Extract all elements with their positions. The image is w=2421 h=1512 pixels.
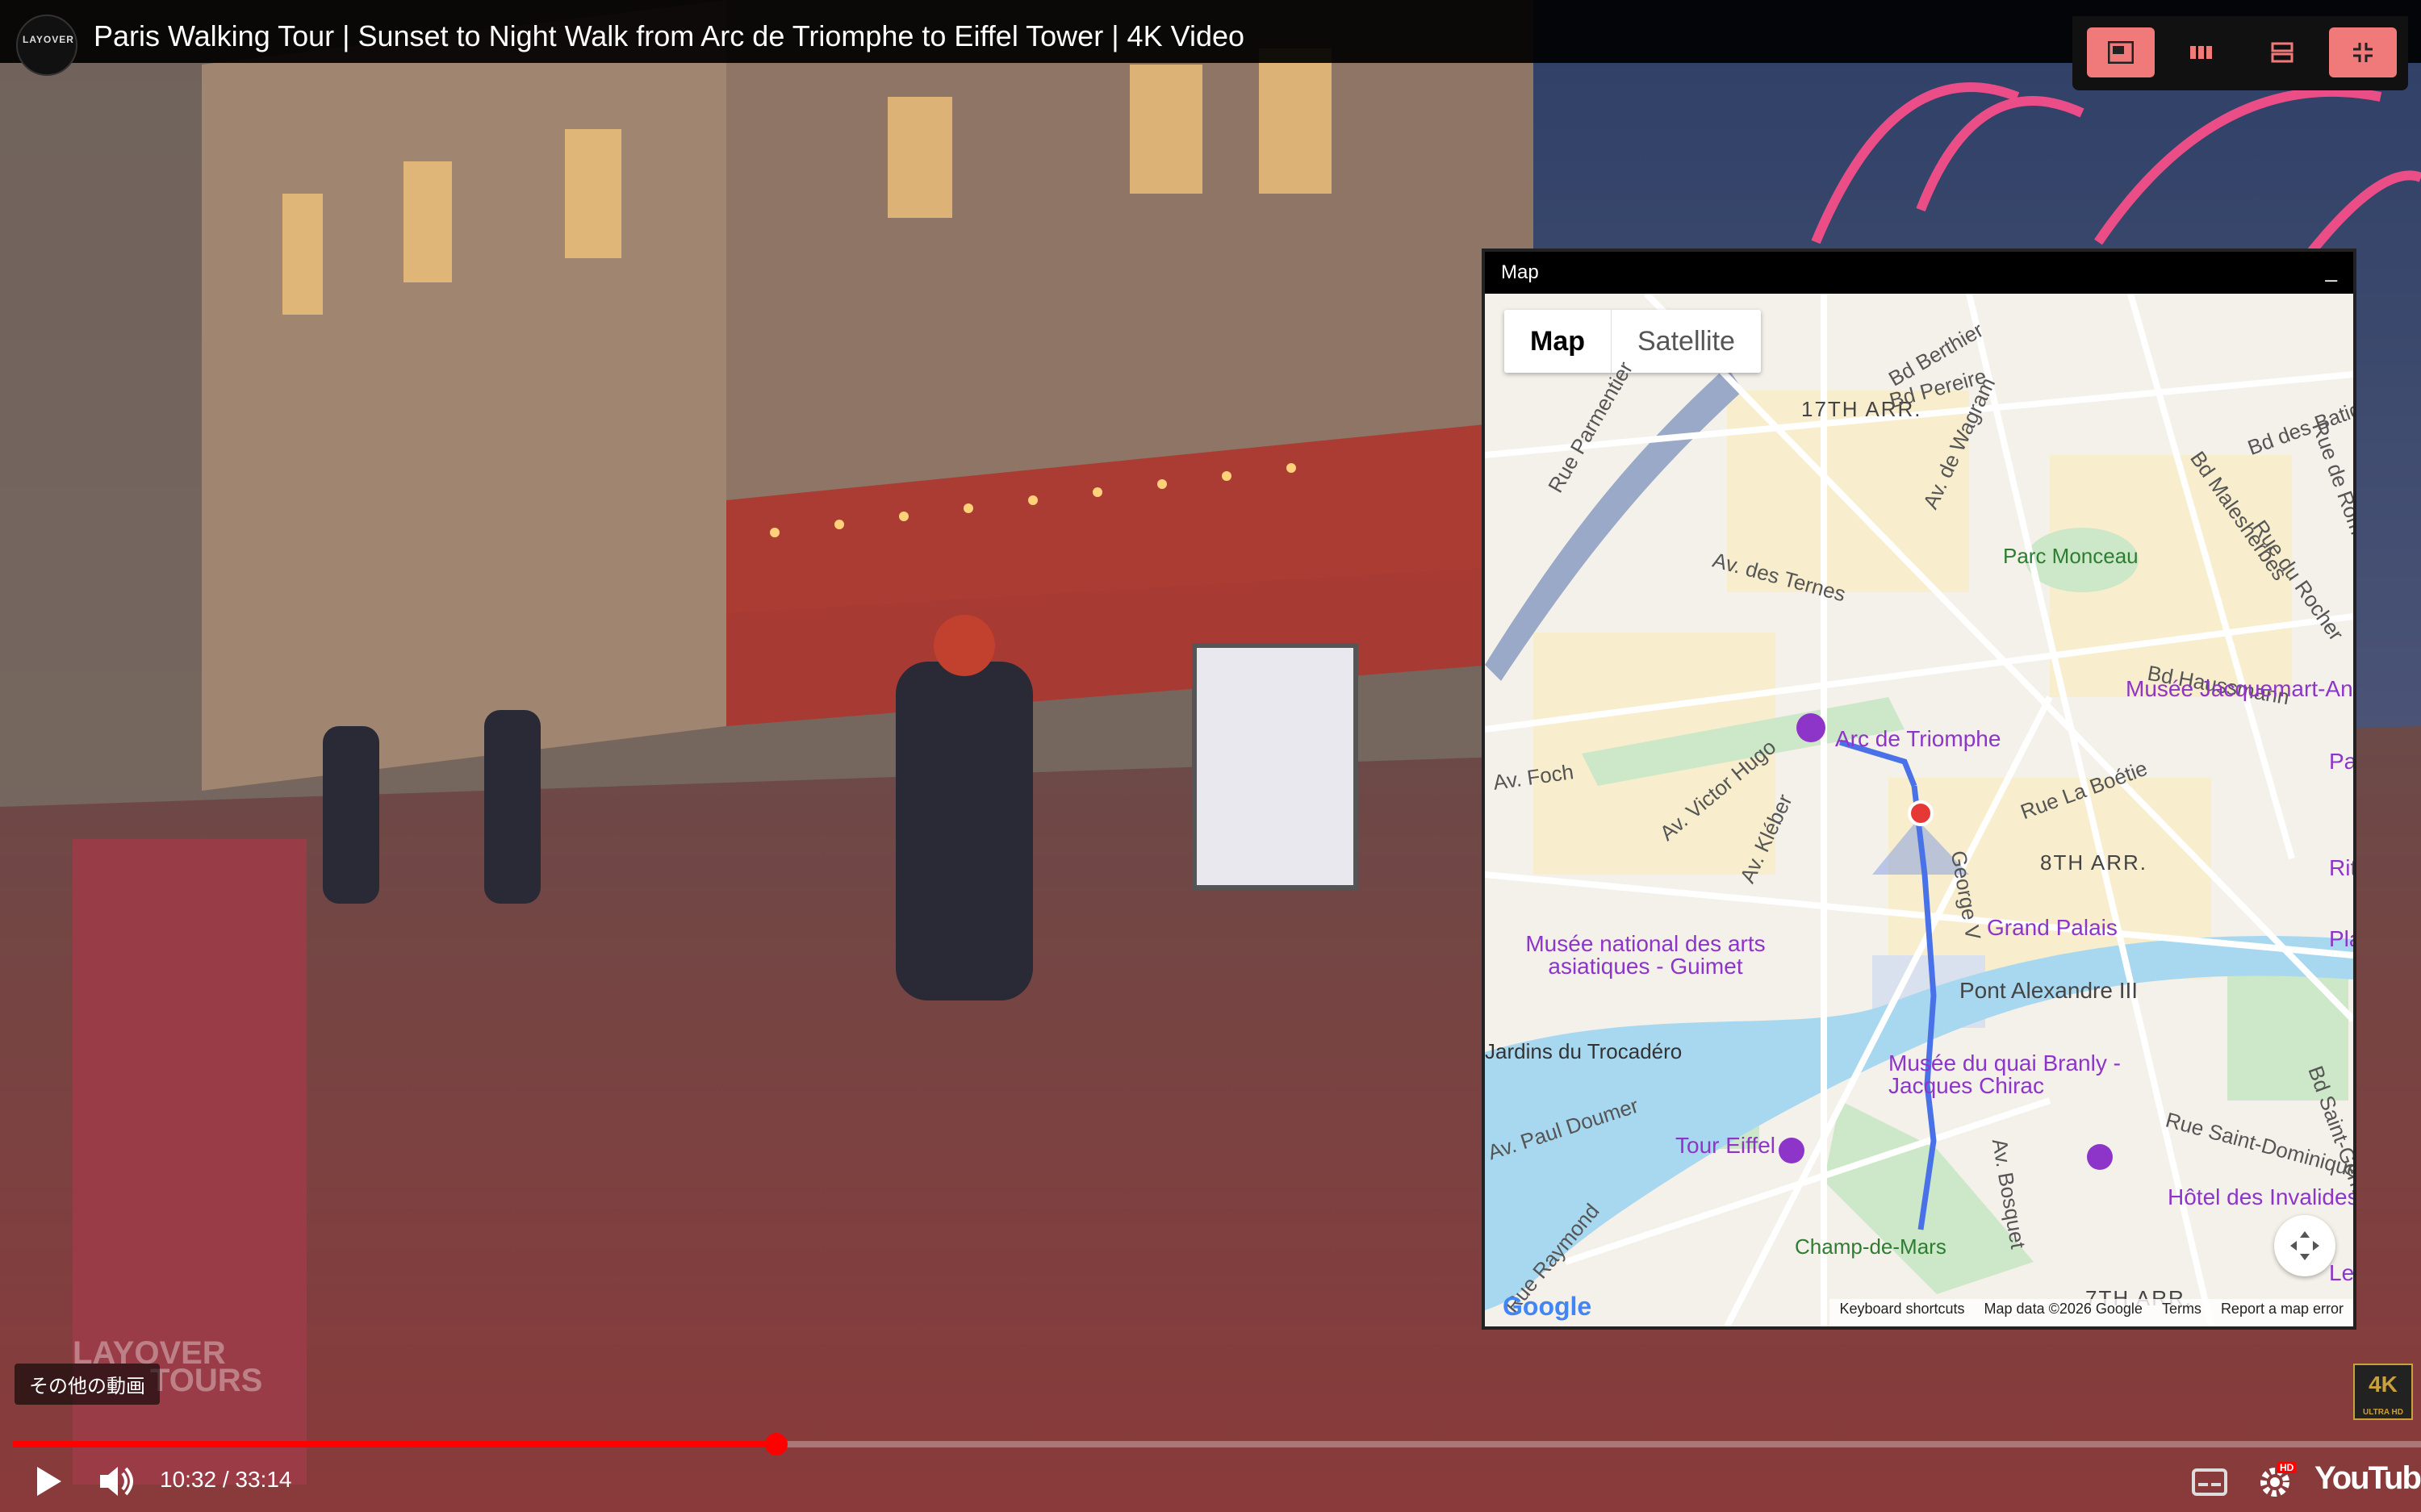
poi-grand-palais[interactable]: Grand Palais (1987, 915, 2118, 941)
poi-rit[interactable]: Rit (2329, 855, 2353, 881)
columns-icon (2190, 46, 2212, 59)
columns-layout-button[interactable] (2168, 27, 2235, 77)
progress-played (13, 1441, 776, 1447)
progress-bar[interactable] (13, 1433, 2421, 1456)
more-videos-button[interactable]: その他の動画 (15, 1364, 160, 1405)
map-data-attribution: Map data ©2026 Google (1984, 1301, 2143, 1317)
time-display: 10:32 / 33:14 (160, 1467, 292, 1492)
poi-guimet[interactable]: Musée national des arts asiatiques - Gui… (1520, 933, 1771, 978)
park-trocadero[interactable]: Jardins du Trocadéro (1485, 1039, 1682, 1064)
4k-badge: 4K ULTRA HD (2353, 1364, 2413, 1420)
satellite-tab[interactable]: Satellite (1612, 310, 1761, 373)
hd-badge: HD (2277, 1462, 2297, 1473)
map-panel-header[interactable]: Map _ (1485, 252, 2353, 294)
park-champ-de-mars[interactable]: Champ-de-Mars (1795, 1234, 1946, 1259)
poi-pla[interactable]: Pla (2329, 926, 2353, 952)
report-error-link[interactable]: Report a map error (2221, 1301, 2344, 1325)
poi-invalides[interactable]: Hôtel des Invalides (2168, 1184, 2353, 1210)
map-canvas[interactable]: Map Satellite 17TH ARR. 8TH ARR. 7TH ARR… (1485, 294, 2353, 1326)
poi-arc-de-triomphe[interactable]: Arc de Triomphe (1835, 726, 2001, 752)
pip-icon (2108, 41, 2134, 64)
rows-layout-button[interactable] (2248, 27, 2316, 77)
minimize-button[interactable]: _ (2326, 258, 2337, 283)
map-footer: Keyboard shortcuts Map data ©2026 Google… (1829, 1299, 2353, 1326)
captions-icon[interactable] (2192, 1468, 2227, 1496)
video-title-bar: LAYOVER Paris Walking Tour | Sunset to N… (0, 0, 2421, 76)
layout-toolbar (2072, 16, 2408, 90)
rows-icon (2271, 42, 2293, 63)
district-label: 8TH ARR. (2040, 850, 2148, 875)
poi-quai-branly[interactable]: Musée du quai Branly - Jacques Chirac (1888, 1052, 2130, 1097)
collapse-button[interactable] (2329, 27, 2397, 77)
collapse-icon (2353, 43, 2373, 62)
google-logo-text: Google (1503, 1292, 1592, 1321)
4k-badge-subtext: ULTRA HD (2363, 1408, 2403, 1417)
map-panel-title: Map (1501, 261, 1539, 283)
map-tab[interactable]: Map (1504, 310, 1612, 373)
map-type-toggle: Map Satellite (1504, 310, 1761, 373)
map-tiles (1485, 294, 2353, 1326)
keyboard-shortcuts-link[interactable]: Keyboard shortcuts (1839, 1301, 1964, 1325)
video-title[interactable]: Paris Walking Tour | Sunset to Night Wal… (94, 19, 1244, 53)
poi-pont-alexandre-iii[interactable]: Pont Alexandre III (1959, 978, 2138, 1004)
youtube-logo[interactable]: YouTube (2314, 1460, 2421, 1497)
google-logo: Google (1503, 1292, 1591, 1322)
channel-avatar[interactable]: LAYOVER (16, 15, 77, 76)
play-icon[interactable] (32, 1464, 65, 1499)
poi-jacquemart-andre[interactable]: Musée Jacquemart-An (2126, 676, 2353, 702)
terms-link[interactable]: Terms (2162, 1301, 2201, 1325)
pip-layout-button[interactable] (2087, 27, 2155, 77)
poi-pa[interactable]: Pa (2329, 749, 2353, 775)
4k-badge-text: 4K (2369, 1372, 2398, 1397)
volume-icon[interactable] (97, 1464, 136, 1499)
player-controls: 10:32 / 33:14 HD YouTube (0, 1452, 2421, 1512)
expand-icon (2290, 1231, 2319, 1260)
poi-tour-eiffel[interactable]: Tour Eiffel (1675, 1133, 1775, 1159)
park-monceau[interactable]: Parc Monceau (2003, 544, 2139, 569)
map-panel: Map _ Map Satellite 17TH ARR. 8TH ARR. 7… (1482, 249, 2356, 1330)
channel-logo-text: LAYOVER (23, 34, 74, 45)
map-fullscreen-button[interactable] (2274, 1215, 2335, 1276)
